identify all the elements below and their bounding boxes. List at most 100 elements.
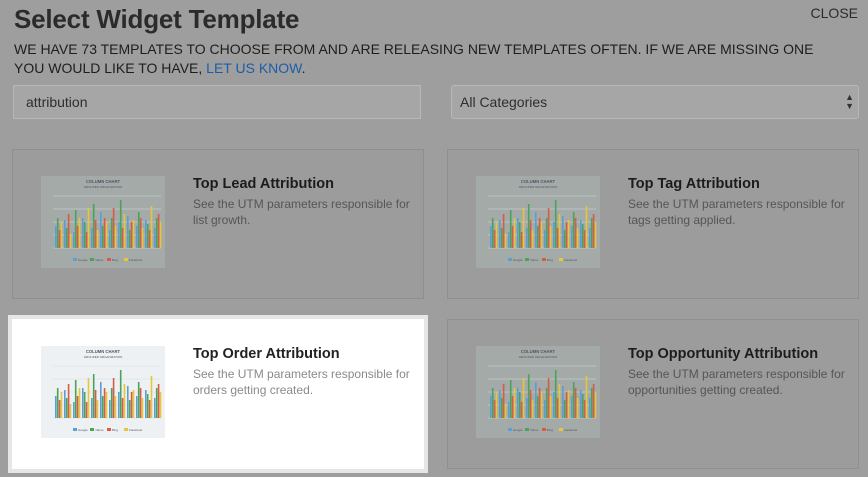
template-description: See the UTM parameters responsible for t… (628, 197, 845, 227)
category-select[interactable]: All Categories ▲ ▼ (451, 85, 859, 119)
thumb-bar (96, 230, 99, 248)
thumb-bar (589, 228, 591, 248)
let-us-know-link[interactable]: let us know (206, 60, 301, 76)
thumb-bar (527, 374, 530, 418)
thumb-bar (490, 226, 492, 248)
thumb-bar (509, 210, 512, 248)
thumb-bar (502, 214, 505, 248)
thumb-bar (567, 220, 570, 248)
thumb-bar (490, 396, 492, 418)
thumb-bar (128, 400, 131, 418)
thumb-bar (558, 214, 561, 248)
category-select-value: All Categories (460, 94, 548, 110)
template-card-top-lead-attribution[interactable]: COLUMN CHART GROUPED ORGANIZATION Google Ya… (12, 149, 424, 299)
thumb-bar (518, 392, 521, 418)
template-card-top-opportunity-attribution[interactable]: COLUMN CHART GROUPED ORGANIZATION Google Ya… (447, 319, 859, 469)
thumb-bar (128, 230, 131, 248)
thumb-legend-label: Google (513, 258, 523, 262)
template-title: Top Tag Attribution (628, 176, 760, 192)
thumb-legend-swatch (559, 258, 563, 261)
thumb-bar (567, 390, 570, 418)
thumb-bar (146, 394, 149, 418)
thumb-bar (576, 228, 579, 248)
thumb-bar (58, 400, 61, 418)
thumb-bar (109, 230, 111, 248)
thumb-bar (554, 200, 557, 248)
thumb-legend-swatch (542, 258, 546, 261)
thumb-legend-label: Bing (112, 258, 118, 262)
thumb-bar (155, 388, 158, 418)
thumb-bar (58, 230, 61, 248)
thumb-bar (83, 392, 86, 418)
thumb-bar (520, 402, 523, 418)
thumb-bar (518, 222, 521, 248)
thumb-bar (574, 218, 577, 248)
thumb-bar (121, 398, 124, 418)
thumb-bar (556, 398, 559, 418)
thumb-legend-swatch (542, 428, 546, 431)
thumb-bar (123, 384, 126, 418)
thumb-bar (65, 228, 68, 248)
thumb-bar (589, 398, 591, 418)
thumb-bar (78, 388, 81, 418)
thumb-bar (529, 220, 532, 248)
thumb-bar (141, 228, 144, 248)
thumb-bar (520, 232, 523, 248)
thumb-chart-title: COLUMN CHART (86, 179, 121, 184)
thumb-bar (553, 392, 555, 418)
thumb-bar (592, 384, 595, 418)
thumb-bar (565, 222, 568, 248)
template-title: Top Lead Attribution (193, 176, 334, 192)
thumb-bar (594, 392, 597, 418)
thumb-bar (580, 220, 582, 248)
thumb-bar (119, 370, 122, 418)
thumb-bar (127, 216, 129, 248)
thumb-bar (139, 218, 142, 248)
intro-text: We have 73 templates to choose from and … (14, 40, 814, 78)
thumb-bar (157, 214, 160, 248)
mini-column-chart: COLUMN CHARTGROUPED ORGANIZATION Google Ya… (53, 349, 162, 432)
mini-column-chart: COLUMN CHARTGROUPED ORGANIZATION Google Ya… (488, 349, 597, 432)
thumb-bar (76, 396, 79, 418)
thumb-bar (137, 212, 140, 248)
thumb-bar (535, 212, 537, 248)
thumb-legend-swatch (124, 428, 128, 431)
thumb-bar (538, 218, 541, 248)
thumb-bar (545, 218, 548, 248)
thumb-bar (112, 378, 115, 418)
thumb-bar (504, 404, 507, 418)
template-card-top-tag-attribution[interactable]: COLUMN CHART GROUPED ORGANIZATION Google Ya… (447, 149, 859, 299)
thumb-bar (574, 388, 577, 418)
thumb-bar (159, 392, 162, 418)
template-description: See the UTM parameters responsible for o… (628, 367, 845, 397)
thumb-bar (55, 396, 57, 418)
thumb-bar (56, 218, 59, 248)
thumb-bar (146, 224, 149, 248)
thumb-bar (511, 396, 514, 418)
thumb-bar (526, 398, 528, 418)
thumb-bar (540, 222, 543, 248)
intro-message: We have 73 templates to choose from and … (14, 41, 814, 76)
thumb-bar (493, 230, 496, 248)
thumb-bar (590, 218, 593, 248)
template-card-top-order-attribution[interactable]: COLUMN CHART GROUPED ORGANIZATION Google Ya… (12, 319, 424, 469)
thumb-bar (572, 382, 575, 418)
thumb-bar (499, 220, 501, 248)
thumb-legend-swatch (508, 428, 512, 431)
thumb-bar (118, 392, 120, 418)
thumb-bar (154, 398, 156, 418)
template-description: See the UTM parameters responsible for o… (193, 367, 410, 397)
thumb-bar (535, 382, 537, 418)
thumb-bar (531, 230, 534, 248)
thumb-legend-swatch (107, 258, 111, 261)
thumb-bar (73, 232, 75, 248)
thumb-bar (553, 222, 555, 248)
thumb-bar (526, 228, 528, 248)
search-input[interactable]: attribution (13, 85, 421, 119)
close-button[interactable]: CLOSE (811, 5, 858, 21)
thumb-bar (572, 212, 575, 248)
thumb-chart-title: COLUMN CHART (86, 349, 121, 354)
thumb-bar (511, 226, 514, 248)
thumb-bar (491, 388, 494, 418)
thumb-bar (145, 390, 147, 418)
